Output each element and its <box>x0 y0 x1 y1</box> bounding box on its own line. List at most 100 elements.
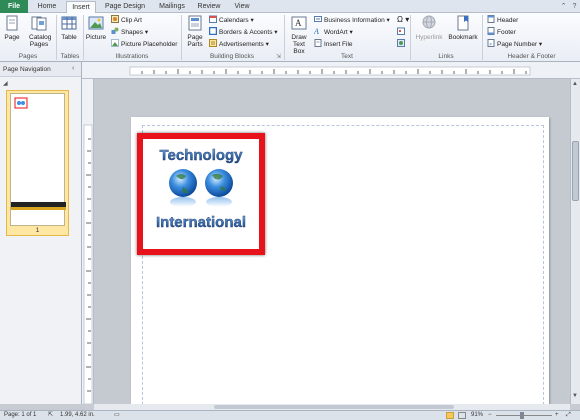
calendars-button[interactable]: Calendars ▾ <box>209 15 254 25</box>
expand-arrow-icon[interactable]: ◢ <box>3 80 8 87</box>
zoom-out-icon[interactable]: − <box>488 411 492 420</box>
collapse-pane-icon[interactable]: ‹ <box>72 65 74 72</box>
logo-text-bottom: International <box>156 214 246 231</box>
hyperlink-button[interactable]: Hyperlink <box>414 15 444 41</box>
minimize-ribbon-icon[interactable]: ⌃ <box>560 3 567 10</box>
bookmark-button[interactable]: Bookmark <box>446 15 480 41</box>
picture-button[interactable]: Picture <box>85 15 107 41</box>
symbol-icon[interactable]: Ω ▾ <box>397 15 409 25</box>
help-icon[interactable]: ? <box>571 3 578 10</box>
picture-placeholder-button[interactable]: Picture Placeholder <box>111 39 177 49</box>
table-icon <box>61 16 77 30</box>
object-position-status: 1.99, 4.62 in. <box>60 412 95 418</box>
page-thumbnail[interactable]: 1 <box>6 90 69 236</box>
single-page-view-icon[interactable] <box>446 412 454 419</box>
vertical-scroll-thumb[interactable] <box>572 141 579 201</box>
two-page-view-icon[interactable] <box>458 412 466 419</box>
object-icon[interactable] <box>397 39 407 49</box>
group-label-text: Text <box>341 53 353 60</box>
group-label-building-blocks: Building Blocks <box>209 53 255 60</box>
footer-button[interactable]: Footer <box>487 27 516 37</box>
document-workspace[interactable]: Technology International <box>94 79 570 404</box>
status-bar: Page: 1 of 1 ⇱ 1.99, 4.62 in. ▭ 91% − + … <box>0 410 580 420</box>
page-thumbnail-image <box>10 93 66 226</box>
group-label-links: Links <box>438 53 454 60</box>
tab-view[interactable]: View <box>228 1 256 13</box>
page-count-status[interactable]: Page: 1 of 1 <box>4 411 36 420</box>
thumbnail-content <box>11 97 66 210</box>
page-parts-button[interactable]: Page Parts <box>184 15 206 48</box>
header-icon <box>487 15 495 23</box>
page-parts-icon <box>188 15 202 31</box>
fit-page-icon[interactable]: ⤢ <box>566 411 571 420</box>
tab-review[interactable]: Review <box>194 1 224 13</box>
zoom-slider-track[interactable] <box>496 415 552 416</box>
shapes-icon <box>111 27 119 34</box>
vertical-scrollbar[interactable]: ▲ ▼ <box>570 79 580 404</box>
dialog-launcher-icon[interactable]: ⇲ <box>276 53 281 60</box>
shapes-button[interactable]: Shapes ▾ <box>111 27 148 37</box>
wordart-button[interactable]: A WordArt ▾ <box>314 27 353 37</box>
page-number-button[interactable]: # Page Number ▾ <box>487 39 542 49</box>
horizontal-ruler[interactable] <box>82 62 580 79</box>
business-info-icon <box>314 16 322 22</box>
svg-text:A: A <box>314 27 319 35</box>
bookmark-icon <box>457 15 469 31</box>
ribbon-tab-bar: File Home Insert Page Design Mailings Re… <box>0 0 580 14</box>
page-icon <box>6 15 18 31</box>
globe-right-icon <box>205 169 233 197</box>
insert-file-button[interactable]: Insert File <box>314 39 353 49</box>
hyperlink-icon <box>422 15 436 29</box>
wordart-icon: A <box>314 27 319 35</box>
clip-art-icon <box>111 15 119 23</box>
cursor-icon: ⇱ <box>48 412 54 418</box>
page-thumbnail-number: 1 <box>35 227 40 234</box>
footer-icon <box>487 27 495 35</box>
horizontal-scroll-thumb[interactable] <box>214 405 454 409</box>
page-number-icon: # <box>487 39 495 47</box>
zoom-slider-thumb[interactable] <box>520 412 524 419</box>
catalog-pages-icon <box>31 16 47 31</box>
tab-file[interactable]: File <box>0 0 28 13</box>
svg-text:A: A <box>295 18 302 28</box>
group-label-pages: Pages <box>18 53 38 60</box>
table-button[interactable]: Table <box>58 15 80 41</box>
picture-placeholder-icon <box>111 39 119 47</box>
tab-mailings[interactable]: Mailings <box>154 1 190 13</box>
tab-page-design[interactable]: Page Design <box>100 1 150 13</box>
insert-file-icon <box>314 39 322 47</box>
borders-icon <box>209 27 217 35</box>
business-information-button[interactable]: Business Information ▾ <box>314 15 390 25</box>
advertisements-button[interactable]: Advertisements ▾ <box>209 39 269 49</box>
picture-icon <box>88 16 104 30</box>
page-navigation-title: Page Navigation <box>0 62 81 77</box>
vertical-ruler[interactable] <box>82 79 94 404</box>
draw-text-box-button[interactable]: A Draw Text Box <box>287 15 311 55</box>
horizontal-ruler-ticks <box>129 66 531 76</box>
clip-art-button[interactable]: Clip Art <box>111 15 142 25</box>
globe-logo: Technology International <box>156 147 246 231</box>
object-size-icon: ▭ <box>114 412 120 418</box>
scroll-up-icon[interactable]: ▲ <box>572 81 578 87</box>
zoom-in-icon[interactable]: + <box>555 411 559 420</box>
ribbon: Page Catalog Pages Pages Table Tables Pi… <box>0 13 580 62</box>
logo-text-top: Technology <box>159 147 243 164</box>
advertisement-icon <box>209 39 217 47</box>
zoom-level[interactable]: 91% <box>471 411 483 420</box>
borders-accents-button[interactable]: Borders & Accents ▾ <box>209 27 278 37</box>
page-navigation-pane: Page Navigation ‹ ◢ 1 <box>0 62 82 404</box>
globe-left-icon <box>169 169 197 197</box>
group-label-tables: Tables <box>60 53 80 60</box>
date-time-icon[interactable] <box>397 27 407 37</box>
vertical-ruler-ticks <box>83 124 93 404</box>
group-label-illustrations: Illustrations <box>115 53 149 60</box>
scroll-down-icon[interactable]: ▼ <box>572 393 578 399</box>
page-button[interactable]: Page <box>3 15 21 41</box>
group-label-header-footer: Header & Footer <box>507 53 556 60</box>
calendar-icon <box>209 15 217 23</box>
text-box-icon: A <box>291 16 307 30</box>
header-button[interactable]: Header <box>487 15 518 25</box>
catalog-pages-button[interactable]: Catalog Pages <box>23 15 55 48</box>
tab-home[interactable]: Home <box>32 1 62 13</box>
logo-picture[interactable]: Technology International <box>137 133 265 255</box>
